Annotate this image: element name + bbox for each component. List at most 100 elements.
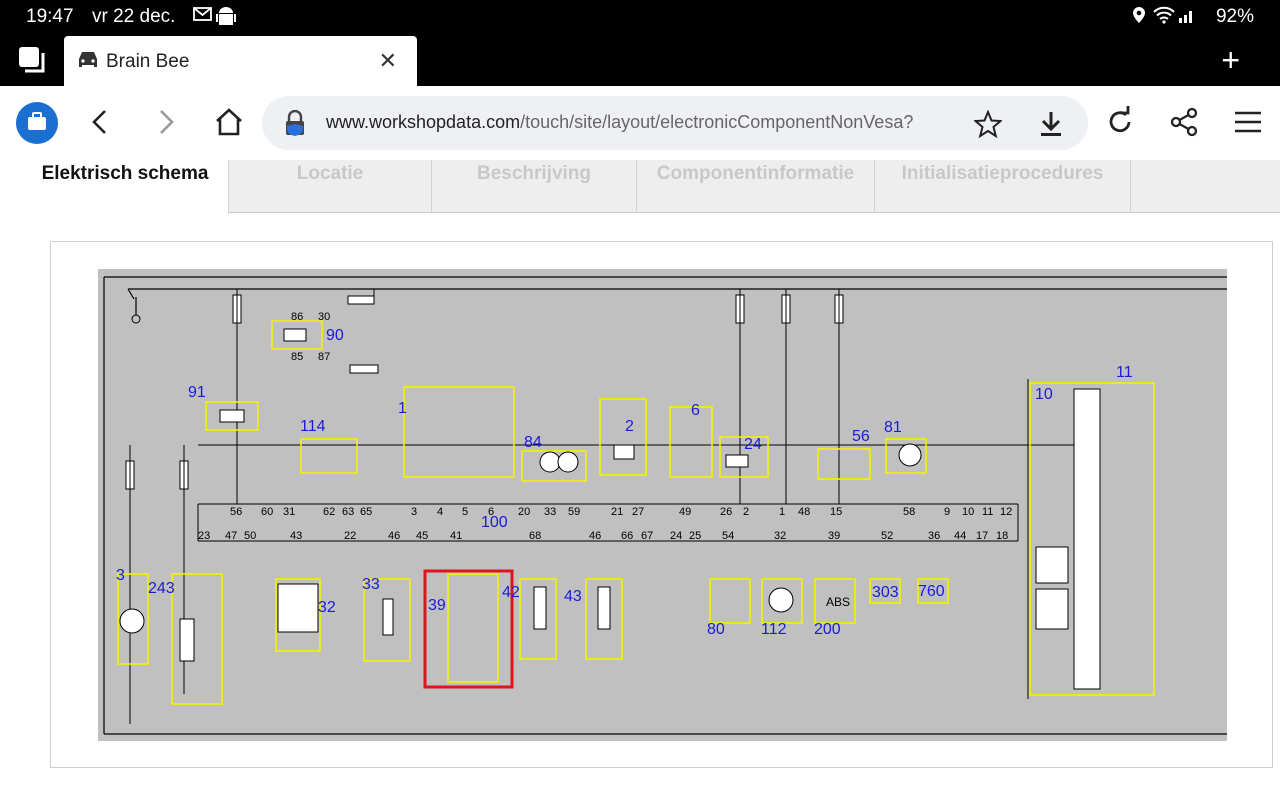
bus-pin-labels-top: 56 60 31 62 63 65 3 4 5 6 20 33 59 21 27 49 26 2 1 48 15 58 9 1… [230,506,1012,518]
car-icon [76,50,100,75]
bus-pin-bottom-23: 23 [198,530,210,542]
ground-symbol [131,314,141,324]
back-button[interactable] [82,104,118,140]
wiring-diagram: ABS 90 91 114 1 84 2 6 24 56 81 10 11 100 3 243 32 33 39 4… [98,269,1227,741]
tab-componentinformatie[interactable]: Componentinformatie [636,160,874,213]
bus-pin-bottom-36: 36 [928,530,940,542]
new-tab-icon[interactable]: + [1221,42,1240,79]
bus-pin-bottom-25: 25 [689,530,701,542]
bus-pin-top-10: 10 [962,506,974,518]
menu-icon[interactable] [1230,104,1266,140]
component-label-39: 39 [428,597,446,614]
component-label-43: 43 [564,588,582,605]
reload-icon[interactable] [1102,104,1138,140]
component-label-114: 114 [300,418,326,435]
component-label-6: 6 [691,402,700,419]
component-label-91: 91 [188,384,206,401]
bus-pin-bottom-47: 47 [225,530,237,542]
bus-pin-top-20: 20 [518,506,530,518]
bus-pin-top-3: 3 [411,506,417,518]
bus-pin-bottom-68: 68 [529,530,541,542]
component-label-33: 33 [362,576,380,593]
component-label-24: 24 [744,436,762,453]
component-label-56: 56 [852,428,870,445]
component-label-84: 84 [524,434,542,451]
bus-pin-top-58: 58 [903,506,915,518]
bus-pin-bottom-50: 50 [244,530,256,542]
component-label-243: 243 [148,580,175,597]
url-path: /touch/site/layout/electronicComponentNo… [520,112,914,132]
bus-pin-top-6: 6 [488,506,494,518]
bus-pin-labels-bottom: 23 47 50 43 22 46 45 41 68 46 66 67 24 25 54 32 39 52 36 44… [198,530,1008,542]
status-time: 19:47 [26,6,74,27]
bus-pin-top-15: 15 [830,506,842,518]
battery-level: 92% [1215,6,1254,27]
close-tab-icon[interactable]: ✕ [379,48,397,74]
component-label-200: 200 [814,621,841,638]
component-number-labels: 90911141842624 56811011100324332333942 438… [116,327,1133,638]
relay-pin-86: 86 [291,311,303,323]
page-content: Elektrisch schema Locatie Beschrijving C… [0,160,1280,800]
tab-elektrisch-schema[interactable]: Elektrisch schema [22,160,228,213]
tab-beschrijving[interactable]: Beschrijving [431,160,636,213]
status-bar: 19:47 vr 22 dec. 92% [0,0,1280,36]
briefcase-icon[interactable] [16,102,58,144]
bus-pin-bottom-24: 24 [670,530,682,542]
forward-button[interactable] [148,104,184,140]
bus-pin-top-33: 33 [544,506,556,518]
tab-locatie[interactable]: Locatie [228,160,431,213]
share-icon[interactable] [1166,104,1202,140]
bus-pin-bottom-17: 17 [976,530,988,542]
bus-pin-top-59: 59 [568,506,580,518]
bus-pin-top-9: 9 [944,506,950,518]
wiring-diagram-svg: ABS 90911141842624 5681101110032433233394… [103,276,1227,735]
bus-pin-top-65: 65 [360,506,372,518]
address-bar[interactable]: www.workshopdata.com/touch/site/layout/e… [262,96,1088,150]
component-label-760: 760 [918,583,945,600]
component-label-80: 80 [707,621,725,638]
component-label-81: 81 [884,419,902,436]
bus-pin-bottom-22: 22 [344,530,356,542]
mail-icon [193,6,213,27]
bus-pin-bottom-46: 46 [589,530,601,542]
component-label-42: 42 [502,584,520,601]
component-label-303: 303 [872,584,899,601]
bus-pin-bottom-39: 39 [828,530,840,542]
lock-icon[interactable] [282,109,308,141]
browser-tab[interactable]: Brain Bee ✕ [64,36,417,86]
component-label-2: 2 [625,418,634,435]
download-icon[interactable] [1038,110,1064,143]
bus-pin-top-48: 48 [798,506,810,518]
tab-strip-filler [1130,160,1280,213]
home-button[interactable] [211,104,247,140]
bus-pin-top-1: 1 [779,506,785,518]
bus-pin-bottom-45: 45 [416,530,428,542]
relay-pin-87: 87 [318,351,330,363]
bus-pin-bottom-41: 41 [450,530,462,542]
component-label-32: 32 [318,599,336,616]
tab-overview-icon[interactable] [18,46,46,74]
bus-pin-bottom-18: 18 [996,530,1008,542]
tab-initialisatieprocedures[interactable]: Initialisatieprocedures [874,160,1130,213]
status-date: vr 22 dec. [92,6,176,27]
component-label-1: 1 [398,400,407,417]
url-host: www.workshopdata.com [326,112,521,132]
bus-pin-bottom-52: 52 [881,530,893,542]
bus-pin-bottom-54: 54 [722,530,734,542]
abs-symbol-label: ABS [826,595,850,609]
component-label-100: 100 [481,514,508,531]
bus-pin-top-27: 27 [632,506,644,518]
url-text: www.workshopdata.com/touch/site/layout/e… [326,112,913,133]
bus-pin-top-5: 5 [462,506,468,518]
bus-pin-bottom-32: 32 [774,530,786,542]
relay-pin-85: 85 [291,351,303,363]
bus-pin-top-62: 62 [323,506,335,518]
tab-title: Brain Bee [106,51,190,72]
schema-panel: ABS 90 91 114 1 84 2 6 24 56 81 10 11 100 3 243 32 33 39 4… [50,241,1273,768]
bus-pin-bottom-67: 67 [641,530,653,542]
highlighted-component-frame [423,569,514,689]
star-icon[interactable] [972,109,1004,143]
signal-icon [1178,6,1196,29]
component-tabs: Elektrisch schema Locatie Beschrijving C… [22,160,1280,213]
bus-pin-bottom-66: 66 [621,530,633,542]
